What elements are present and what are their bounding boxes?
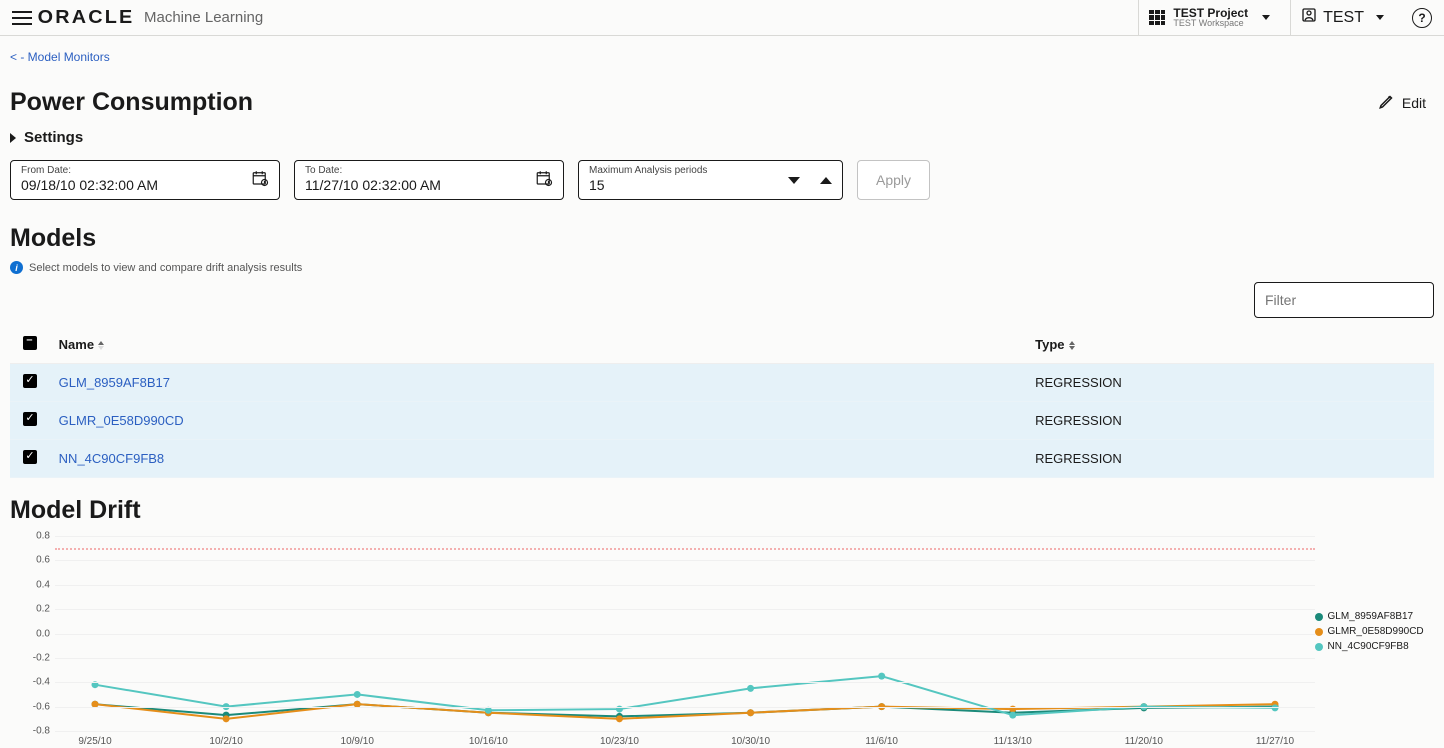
brand-logo: ORACLE [38,7,135,28]
back-to-monitors-link[interactable]: < - Model Monitors [10,46,110,68]
row-checkbox[interactable] [23,412,37,426]
top-bar: ORACLE Machine Learning TEST Project TES… [0,0,1444,36]
to-date-field[interactable]: To Date: 11/27/10 02:32:00 AM [294,160,564,200]
project-switcher[interactable]: TEST Project TEST Workspace [1138,0,1280,35]
spinner-up-icon[interactable] [820,177,832,184]
user-name: TEST [1323,9,1364,27]
settings-toggle[interactable]: Settings [10,129,1434,146]
table-row[interactable]: GLM_8959AF8B17 REGRESSION [10,364,1434,402]
info-icon: i [10,261,23,274]
legend-item[interactable]: GLMR_0E58D990CD [1315,626,1435,637]
page-title: Power Consumption [10,88,253,117]
drift-heading: Model Drift [10,496,1434,525]
help-icon[interactable]: ? [1412,8,1432,28]
model-type-cell: REGRESSION [1027,402,1434,440]
apply-button[interactable]: Apply [857,160,930,200]
from-date-value: 09/18/10 02:32:00 AM [21,177,251,193]
filter-input[interactable] [1254,282,1434,318]
chevron-down-icon [1262,15,1270,20]
pencil-icon [1378,92,1396,113]
col-type-header[interactable]: Type [1027,326,1434,364]
spinner-down-icon[interactable] [788,177,800,184]
models-hint-text: Select models to view and compare drift … [29,262,302,274]
models-hint-row: i Select models to view and compare drif… [10,261,1434,274]
chevron-right-icon [10,133,16,143]
periods-label: Maximum Analysis periods [589,165,707,176]
legend-item[interactable]: GLM_8959AF8B17 [1315,611,1435,622]
chevron-down-icon [1376,15,1384,20]
model-type-cell: REGRESSION [1027,440,1434,478]
model-type-cell: REGRESSION [1027,364,1434,402]
to-date-value: 11/27/10 02:32:00 AM [305,177,535,193]
max-periods-field[interactable]: Maximum Analysis periods 15 [578,160,843,200]
edit-button[interactable]: Edit [1370,88,1434,117]
table-row[interactable]: NN_4C90CF9FB8 REGRESSION [10,440,1434,478]
menu-icon[interactable] [12,11,32,25]
brand-subtitle: Machine Learning [144,9,263,26]
models-heading: Models [10,224,1434,253]
legend-item[interactable]: NN_4C90CF9FB8 [1315,641,1435,652]
project-grid-icon [1149,10,1165,26]
to-date-label: To Date: [305,165,342,176]
row-checkbox[interactable] [23,450,37,464]
row-checkbox[interactable] [23,374,37,388]
edit-label: Edit [1402,95,1426,111]
model-name-link[interactable]: GLMR_0E58D990CD [59,413,184,428]
chart-legend: GLM_8959AF8B17 GLMR_0E58D990CD NN_4C90CF9F… [1315,531,1435,748]
from-date-label: From Date: [21,165,71,176]
model-name-link[interactable]: GLM_8959AF8B17 [59,375,170,390]
table-row[interactable]: GLMR_0E58D990CD REGRESSION [10,402,1434,440]
drift-chart: 9/25/1010/2/1010/9/1010/16/1010/23/1010/… [10,531,1434,748]
workspace-name: TEST Workspace [1173,19,1248,28]
user-menu[interactable]: TEST [1290,0,1394,35]
select-all-checkbox[interactable] [23,336,37,350]
col-name-header[interactable]: Name [51,326,1027,364]
calendar-icon[interactable] [251,169,269,192]
settings-heading: Settings [24,129,83,146]
from-date-field[interactable]: From Date: 09/18/10 02:32:00 AM [10,160,280,200]
models-table: Name Type GLM_8959AF8B17 REGRESSION GLMR… [10,326,1434,478]
model-name-link[interactable]: NN_4C90CF9FB8 [59,451,165,466]
user-icon [1301,7,1317,28]
calendar-icon[interactable] [535,169,553,192]
periods-value: 15 [589,177,788,193]
page-body: < - Model Monitors Power Consumption Edi… [0,36,1444,748]
